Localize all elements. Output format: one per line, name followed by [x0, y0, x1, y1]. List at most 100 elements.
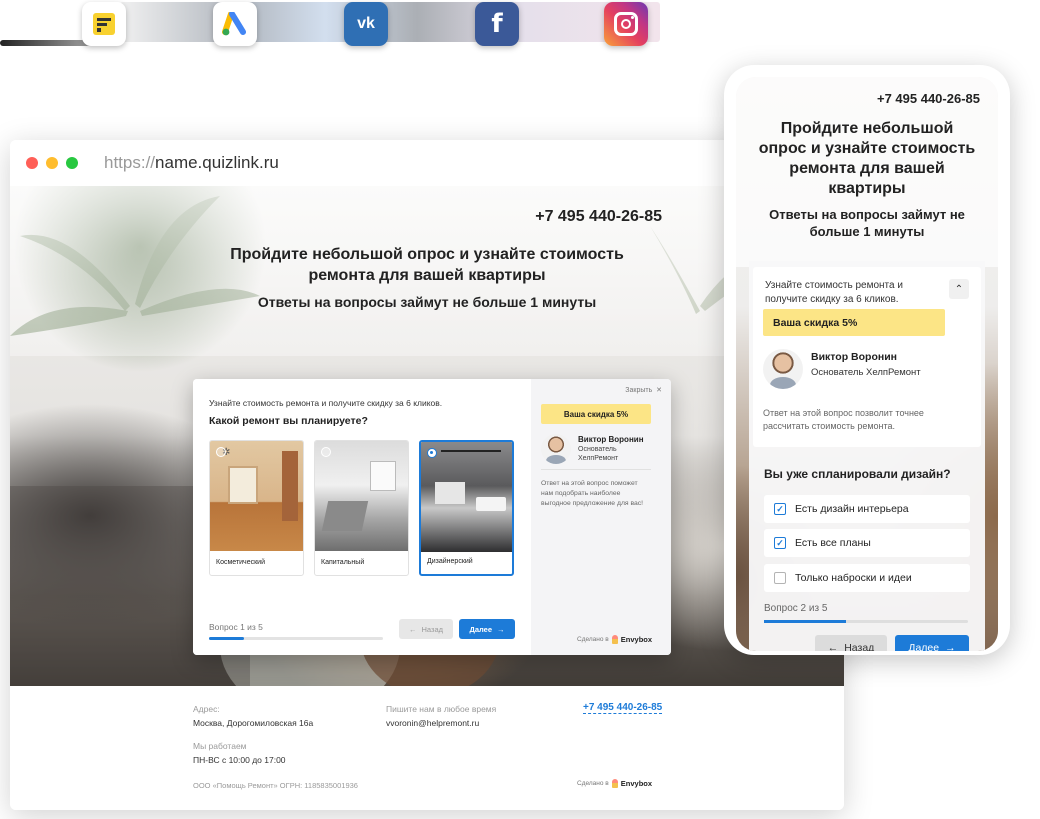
quiz-progress-text: Вопрос 1 из 5 [209, 622, 263, 632]
made-by-text: Сделано в [577, 636, 609, 643]
close-button[interactable]: Закрыть ✕ [625, 386, 662, 394]
address-value: Москва, Дорогомиловская 16а [193, 718, 314, 728]
instagram-icon [604, 2, 648, 46]
page-subtitle: Ответы на вопросы займут не больше 1 мин… [257, 294, 597, 310]
option-label: Только наброски и идеи [795, 572, 912, 584]
quiz-modal: Узнайте стоимость ремонта и получите ски… [193, 379, 671, 655]
footer-phone-link[interactable]: +7 495 440-26-85 [583, 702, 663, 714]
back-button-label: Назад [844, 642, 875, 651]
option-radio-selected[interactable] [427, 448, 437, 458]
option-photo: ✲ [210, 441, 303, 551]
mobile-title-line: Пройдите небольшой [780, 120, 954, 137]
envybox-logo-icon [611, 779, 618, 788]
arrow-left-icon: ← [409, 624, 417, 634]
mobile-subtitle: Ответы на вопросы займут не больше 1 мин… [736, 206, 998, 240]
mobile-progress-bar [764, 620, 968, 623]
integration-strip-bar [120, 2, 660, 42]
mobile-manager-note: Ответ на этой вопрос позволит точнее рас… [763, 408, 924, 431]
option-card-cosmetic[interactable]: ✲ Косметический [209, 440, 304, 576]
option-radio[interactable] [321, 447, 331, 457]
mobile-progress-text: Вопрос 2 из 5 [764, 603, 828, 614]
quiz-main-panel: Узнайте стоимость ремонта и получите ски… [193, 379, 531, 655]
divider [541, 469, 651, 470]
checkbox-empty-icon [774, 572, 786, 584]
mobile-quiz-hint: Узнайте стоимость ремонта и получите ски… [765, 280, 903, 305]
hero-section: +7 495 440-26-85 Пройдите небольшой опро… [10, 186, 844, 686]
back-button[interactable]: ← Назад [399, 619, 453, 639]
back-button-label: Назад [421, 624, 444, 634]
manager-role: Основатель ХелпРемонт [578, 446, 619, 462]
option-radio[interactable] [216, 447, 226, 457]
made-by-text: Сделано в [577, 780, 609, 787]
brand-name: Envybox [620, 779, 653, 788]
mobile-quiz-question: Вы уже спланировали дизайн? [764, 467, 951, 481]
mobile-back-button[interactable]: ← Назад [815, 635, 887, 651]
mobile-title-line: квартиры [828, 180, 906, 197]
arrow-right-icon: → [497, 624, 505, 634]
option-label: Есть дизайн интерьера [795, 503, 909, 515]
avatar [763, 349, 803, 389]
mobile-page-title: Пройдите небольшой опрос и узнайте стоим… [736, 119, 998, 199]
next-button-label: Далее [908, 642, 940, 651]
mobile-screen: +7 495 440-26-85 Пройдите небольшой опро… [736, 77, 998, 651]
design-option-checkbox[interactable]: ✓ Есть дизайн интерьера [764, 495, 970, 523]
url-protocol: https:// [104, 153, 156, 172]
maximize-window-dot[interactable] [66, 157, 78, 169]
page-title-line: Пройдите небольшой опрос и узнайте стоим… [230, 246, 624, 263]
next-button-label: Далее [469, 624, 493, 634]
close-window-dot[interactable] [26, 157, 38, 169]
header-phone[interactable]: +7 495 440-26-85 [535, 208, 662, 226]
option-card-capital[interactable]: Капитальный [314, 440, 409, 576]
mobile-title-line: ремонта для вашей [789, 160, 945, 177]
manager-name: Виктор Воронин [578, 435, 644, 444]
avatar [541, 434, 571, 464]
mobile-progress-fill [764, 620, 846, 623]
made-by-link[interactable]: Сделано в Envybox [577, 635, 652, 644]
envybox-logo-icon [611, 635, 618, 644]
design-option-checkbox[interactable]: ✓ Есть все планы [764, 529, 970, 557]
option-card-designer[interactable]: Дизайнерский [419, 440, 514, 576]
brand-name: Envybox [620, 635, 653, 644]
hours-label: Мы работаем [193, 741, 247, 751]
mobile-next-button[interactable]: Далее → [895, 635, 969, 651]
mobile-manager-card: Узнайте стоимость ремонта и получите ски… [753, 267, 981, 447]
checkbox-checked-icon: ✓ [774, 537, 786, 549]
page-footer: Адрес: Москва, Дорогомиловская 16а Мы ра… [10, 686, 844, 810]
quiz-progress-fill [209, 637, 244, 640]
minimize-window-dot[interactable] [46, 157, 58, 169]
next-button[interactable]: Далее → [459, 619, 515, 639]
arrow-left-icon: ← [827, 642, 839, 651]
quiz-progress-bar [209, 637, 383, 640]
page-title: Пройдите небольшой опрос и узнайте стоим… [10, 244, 844, 286]
option-label: Дизайнерский [427, 558, 473, 565]
quiz-hint: Узнайте стоимость ремонта и получите ски… [209, 398, 443, 408]
yandex-forms-icon [82, 2, 126, 46]
close-icon: ✕ [656, 387, 662, 394]
google-ads-icon [213, 2, 257, 46]
arrow-right-icon: → [945, 642, 956, 651]
discount-badge: Ваша скидка 5% [541, 404, 651, 424]
made-by-link[interactable]: Сделано в Envybox [577, 779, 652, 788]
mobile-header-phone[interactable]: +7 495 440-26-85 [877, 91, 980, 106]
hours-value: ПН-ВС с 10:00 до 17:00 [193, 755, 286, 765]
mobile-discount-badge: Ваша скидка 5% [763, 309, 945, 336]
option-photo [421, 442, 512, 552]
browser-toolbar: https://name.quizlink.ru [10, 140, 844, 186]
desktop-browser-window: https://name.quizlink.ru +7 495 440-26-8… [10, 140, 844, 810]
option-label: Есть все планы [795, 537, 871, 549]
chevron-up-icon[interactable]: ⌃ [949, 279, 969, 299]
option-label: Капитальный [321, 559, 365, 566]
email-link[interactable]: vvoronin@helpremont.ru [386, 718, 479, 728]
quiz-question: Какой ремонт вы планируете? [209, 415, 368, 427]
manager-note: Ответ на этой вопрос поможет нам подобра… [541, 480, 644, 507]
design-option-checkbox[interactable]: Только наброски и идеи [764, 564, 970, 592]
mobile-manager-name: Виктор Воронин [811, 351, 898, 363]
option-photo [315, 441, 408, 551]
page-title-line: ремонта для вашей квартиры [308, 267, 546, 284]
address-bar[interactable]: https://name.quizlink.ru [104, 153, 279, 173]
mobile-title-line: опрос и узнайте стоимость [758, 140, 976, 157]
mobile-device: +7 495 440-26-85 Пройдите небольшой опро… [724, 65, 1010, 655]
facebook-icon: f [475, 2, 519, 46]
mobile-manager-role: Основатель ХелпРемонт [811, 367, 921, 378]
address-label: Адрес: [193, 704, 220, 714]
